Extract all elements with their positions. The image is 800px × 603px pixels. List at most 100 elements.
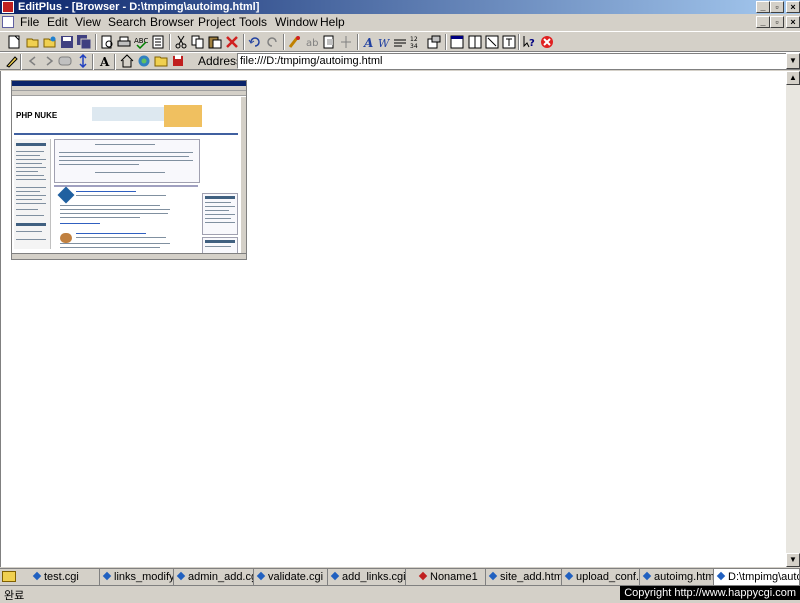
toolbar-separator [20, 54, 22, 70]
tab-test-cgi[interactable]: test.cgi [30, 569, 100, 585]
doc-close-button[interactable]: × [786, 16, 800, 28]
replace-icon[interactable]: ab [304, 34, 320, 50]
save-all-icon[interactable] [76, 34, 92, 50]
main-toolbar: ABC ab A W 12 34 ? [0, 31, 800, 52]
maximize-button[interactable]: ▫ [770, 1, 784, 13]
browser-toolbar: A Address file:///D:/tmpimg/autoimg.html… [0, 52, 800, 70]
tab-active-autoimg-html[interactable]: D:\tmpimg\autoimg.html [714, 569, 800, 585]
doc-minimize-button[interactable]: _ [756, 16, 770, 28]
menu-search[interactable]: Search [108, 15, 146, 29]
menu-window[interactable]: Window [275, 15, 318, 29]
tab-autoimg-html[interactable]: autoimg.html [640, 569, 714, 585]
browser-content[interactable]: PHP NUKE [0, 71, 786, 567]
address-input[interactable]: file:///D:/tmpimg/autoimg.html [237, 53, 788, 69]
menu-edit[interactable]: Edit [47, 15, 68, 29]
minimize-button[interactable]: _ [756, 1, 770, 13]
svg-text:A: A [363, 36, 373, 49]
menu-file[interactable]: File [20, 15, 39, 29]
toolbar-separator [283, 34, 285, 50]
svg-text:34: 34 [410, 43, 418, 49]
history-icon[interactable] [170, 53, 186, 69]
address-dropdown-icon[interactable]: ▼ [786, 53, 800, 69]
menu-browser[interactable]: Browser [150, 15, 194, 29]
window-2-icon[interactable] [467, 34, 483, 50]
folder-icon[interactable] [2, 571, 16, 582]
favorites-icon[interactable] [153, 53, 169, 69]
thumbnail-logo: PHP NUKE [16, 111, 58, 120]
print-icon[interactable] [116, 34, 132, 50]
print-preview-icon[interactable] [99, 34, 115, 50]
toolbar-separator [445, 34, 447, 50]
menu-project[interactable]: Project [198, 15, 235, 29]
ruler-icon[interactable] [392, 34, 408, 50]
open-icon[interactable] [25, 34, 41, 50]
document-tabs: test.cgi links_modify.cgi admin_add.cgi … [0, 568, 800, 585]
back-icon[interactable] [25, 53, 41, 69]
close-button[interactable]: × [786, 1, 800, 13]
find-icon[interactable] [287, 34, 303, 50]
redo-icon[interactable] [264, 34, 280, 50]
copy-format-icon[interactable] [321, 34, 337, 50]
tab-upload-conf-cgi[interactable]: upload_conf.cgi [562, 569, 640, 585]
save-icon[interactable] [59, 34, 75, 50]
toolbar-separator [169, 34, 171, 50]
svg-text:ab: ab [306, 38, 318, 49]
title-bar[interactable]: EditPlus - [Browser - D:\tmpimg\autoimg.… [0, 0, 800, 14]
svg-text:ABC: ABC [134, 37, 148, 45]
window-4-icon[interactable] [501, 34, 517, 50]
toolbar-separator [518, 34, 520, 50]
font-size-icon[interactable]: A [97, 53, 113, 69]
scroll-up-icon[interactable]: ▲ [786, 71, 800, 85]
line-number-icon[interactable]: 12 34 [409, 34, 425, 50]
menu-view[interactable]: View [75, 15, 101, 29]
open-remote-icon[interactable] [42, 34, 58, 50]
stop-load-icon[interactable] [57, 53, 73, 69]
window-title: EditPlus - [Browser - D:\tmpimg\autoimg.… [18, 1, 260, 13]
menu-tools[interactable]: Tools [239, 15, 267, 29]
paste-icon[interactable] [207, 34, 223, 50]
status-bar: 완료 Copyright http://www.happycgi.com [0, 585, 800, 602]
menu-bar: File Edit View Search Browser Project To… [0, 14, 800, 30]
svg-text:W: W [378, 37, 391, 49]
status-text: 완료 [4, 590, 25, 602]
forward-icon[interactable] [41, 53, 57, 69]
page-screenshot-image: PHP NUKE [11, 80, 247, 260]
pencil-icon[interactable] [4, 53, 20, 69]
cut-icon[interactable] [173, 34, 189, 50]
menu-help[interactable]: Help [320, 15, 345, 29]
word-wrap-icon[interactable]: W [376, 34, 392, 50]
refresh-icon[interactable] [75, 53, 91, 69]
toolbar-separator [243, 34, 245, 50]
spell-check-icon[interactable]: ABC [133, 34, 149, 50]
settings-icon[interactable] [426, 34, 442, 50]
window-1-icon[interactable] [449, 34, 465, 50]
doc-restore-button[interactable]: ▫ [770, 16, 784, 28]
help-icon[interactable]: ? [522, 34, 538, 50]
new-file-icon[interactable] [6, 34, 22, 50]
app-icon[interactable] [2, 1, 14, 13]
vertical-scrollbar[interactable]: ▲ ▼ [786, 71, 800, 567]
document-icon[interactable] [2, 16, 14, 28]
font-icon[interactable]: A [361, 34, 377, 50]
home-icon[interactable] [119, 53, 135, 69]
undo-icon[interactable] [247, 34, 263, 50]
toolbar-separator [95, 34, 97, 50]
tab-admin-add-cgi[interactable]: admin_add.cgi [174, 569, 254, 585]
window-3-icon[interactable] [484, 34, 500, 50]
tab-noname1[interactable]: Noname1 [406, 569, 486, 585]
delete-icon[interactable] [224, 34, 240, 50]
document-icon[interactable] [150, 34, 166, 50]
tab-validate-cgi[interactable]: validate.cgi [254, 569, 328, 585]
svg-text:A: A [99, 55, 110, 68]
svg-text:12: 12 [410, 36, 418, 43]
toolbar-separator [92, 54, 94, 70]
hex-icon[interactable] [338, 34, 354, 50]
search-web-icon[interactable] [136, 53, 152, 69]
tab-links-modify-cgi[interactable]: links_modify.cgi [100, 569, 174, 585]
copy-icon[interactable] [190, 34, 206, 50]
tab-add-links-cgi[interactable]: add_links.cgi [328, 569, 406, 585]
stop-icon[interactable] [539, 34, 555, 50]
scroll-down-icon[interactable]: ▼ [786, 553, 800, 567]
tab-site-add-html[interactable]: site_add.html [486, 569, 562, 585]
svg-text:?: ? [529, 38, 535, 49]
